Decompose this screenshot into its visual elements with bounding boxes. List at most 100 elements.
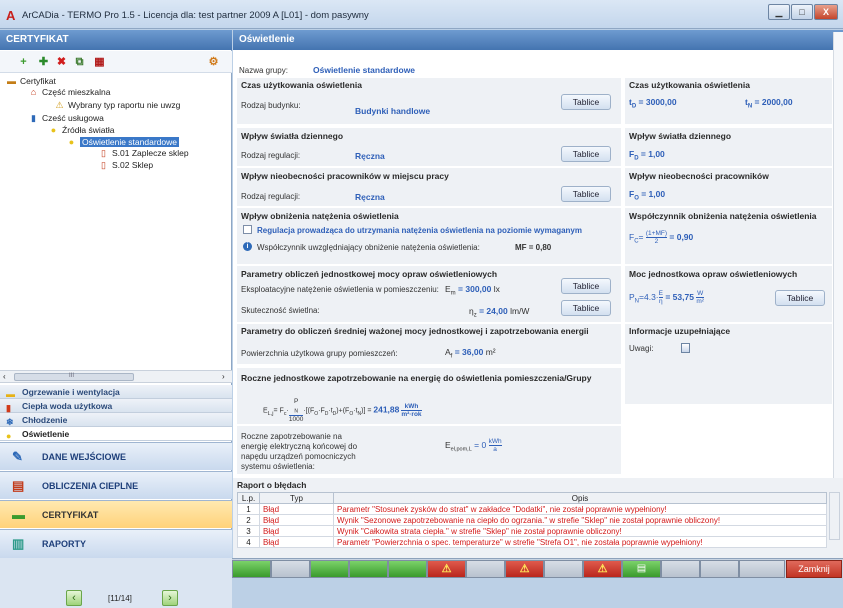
group-name-label: Nazwa grupy: — [239, 66, 288, 75]
main-panel: Oświetlenie Nazwa grupy: Oświetlenie sta… — [233, 30, 843, 578]
nav-dane-wejsciowe[interactable]: ✎ DANE WEJŚCIOWE — [0, 442, 232, 470]
next-page-button[interactable]: › — [162, 590, 178, 606]
calculation-icon: ▤ — [12, 478, 25, 493]
nav-raporty[interactable]: ▥ RAPORTY — [0, 529, 232, 558]
close-window-button[interactable]: X — [814, 4, 838, 20]
status-cell[interactable] — [232, 560, 271, 578]
report-icon: ▥ — [12, 536, 25, 551]
error-table-scrollbar[interactable] — [829, 492, 840, 540]
table-row[interactable]: 3 Błąd Wynik "Całkowita strata ciepła." w … — [237, 525, 827, 537]
table-row[interactable]: 1 Błąd Parametr "Stosunek zysków do strat"… — [237, 503, 827, 515]
notes-icon[interactable] — [681, 343, 690, 353]
subnav-oswietlenie[interactable]: ● Oświetlenie — [0, 427, 232, 441]
section-parametry-mocy: Parametry obliczeń jednostkowej mocy opr… — [237, 266, 621, 322]
tree-node-oswietlenie-standardowe[interactable]: ● Oświetlenie standardowe — [66, 137, 179, 147]
app-logo-icon: A — [6, 8, 16, 23]
status-cell[interactable] — [310, 560, 349, 578]
warning-icon: ⚠ — [55, 99, 64, 110]
status-cell[interactable] — [271, 560, 310, 578]
main-vertical-scrollbar[interactable] — [833, 32, 843, 478]
section-energia-pomocnicza: Roczne zapotrzebowanie na energię elektr… — [237, 426, 621, 474]
add-green-icon[interactable]: + — [16, 55, 31, 69]
tree-horizontal-scrollbar[interactable]: ‹ III › — [0, 370, 232, 383]
tree-node-s01[interactable]: ▯ S.01 Zaplecze sklep — [98, 148, 189, 158]
certificate-nav-icon: ▬ — [12, 507, 25, 522]
status-cell[interactable] — [661, 560, 700, 578]
result-swiatlo-dzienne: Wpływ światła dziennego FD = 1,00 — [625, 128, 832, 166]
zamknij-button[interactable]: Zamknij — [786, 560, 842, 578]
scroll-left-icon[interactable]: ‹ — [3, 372, 6, 381]
building-icon: ▮ — [31, 112, 36, 123]
left-panel-header: CERTYFIKAT — [0, 30, 232, 50]
status-cell[interactable] — [739, 560, 785, 578]
document-icon[interactable]: ▤ — [622, 560, 661, 578]
page-indicator: [11/14] — [108, 594, 132, 603]
prev-page-button[interactable]: ‹ — [66, 590, 82, 606]
tree-node-raport-warning[interactable]: ⚠ Wybrany typ raportu nie uwzg — [54, 100, 180, 110]
bulb-icon: ● — [6, 431, 12, 441]
minimize-button[interactable]: ▁ — [768, 4, 790, 20]
tool-icon[interactable]: ⚙ — [206, 55, 221, 69]
left-panel: CERTYFIKAT + ✚ ✖ ⧉ ▦ ⚙ ▬ Certyfikat ⌂ Częś… — [0, 30, 232, 608]
tree-node-czesc-uslugowa[interactable]: ▮ Cześć usługowa — [28, 113, 104, 123]
group-name-value: Oświetlenie standardowe — [313, 65, 416, 75]
nav-obliczenia-cieplne[interactable]: ▤ OBLICZENIA CIEPLNE — [0, 471, 232, 499]
tree-node-certyfikat[interactable]: ▬ Certyfikat — [6, 76, 56, 86]
result-moc-jednostkowa: Moc jednostkowa opraw oświetleniowych PN… — [625, 266, 832, 322]
nav-certyfikat[interactable]: ▬ CERTYFIKAT — [0, 500, 232, 528]
section-roczne-zapotrzebowanie: Roczne jednostkowe zapotrzebowanie na en… — [237, 368, 621, 424]
table-row[interactable]: 4 Błąd Parametr "Powierzchnia o spec. temp… — [237, 536, 827, 548]
warning-icon[interactable]: ⚠ — [505, 560, 544, 578]
tree-node-czesc-mieszkalna[interactable]: ⌂ Część mieszkalna — [28, 87, 111, 97]
certificate-icon: ▬ — [7, 75, 16, 86]
error-table: L.p. Typ Opis 1 Błąd Parametr "Stosunek zysk… — [237, 492, 827, 548]
daylight-regulation-value[interactable]: Ręczna — [355, 151, 385, 161]
status-cell[interactable] — [349, 560, 388, 578]
status-cell[interactable] — [700, 560, 739, 578]
tablice-button-2[interactable]: Tablice — [561, 146, 611, 162]
section-nieobecnosc: Wpływ nieobecności pracowników w miejscu… — [237, 168, 621, 206]
section-obnizenie: Wpływ obniżenia natężenia oświetlenia Re… — [237, 208, 621, 264]
tree-node-zrodla-swiatla[interactable]: ● Źródła światła — [48, 124, 115, 135]
page-navigation: ‹ [11/14] › — [0, 558, 232, 608]
info-icon: i — [243, 242, 252, 251]
room-icon: ▯ — [101, 159, 106, 170]
status-cell[interactable] — [388, 560, 427, 578]
subnav-ciepla-woda[interactable]: ▮ Ciepła woda użytkowa — [0, 399, 232, 413]
tablice-button-3[interactable]: Tablice — [561, 186, 611, 202]
status-cell[interactable] — [466, 560, 505, 578]
window-title: ArCADia - TERMO Pro 1.5 - Licencja dla: … — [22, 10, 369, 21]
add-icon[interactable]: ✚ — [36, 55, 51, 69]
section-czas-uzytkowania: Czas użytkowania oświetlenia Rodzaj budy… — [237, 78, 621, 124]
tablice-button-4[interactable]: Tablice — [561, 278, 611, 294]
house-icon: ⌂ — [30, 86, 37, 97]
pencil-icon: ✎ — [12, 449, 23, 464]
building-type-value[interactable]: Budynki handlowe — [355, 106, 430, 116]
scroll-thumb[interactable]: III — [14, 373, 134, 381]
maximize-button[interactable]: □ — [791, 4, 813, 20]
delete-icon[interactable]: ✖ — [54, 55, 69, 69]
warning-icon[interactable]: ⚠ — [583, 560, 622, 578]
section-swiatlo-dzienne: Wpływ światła dziennego Rodzaj regulacji… — [237, 128, 621, 166]
tablice-button-6[interactable]: Tablice — [775, 290, 825, 306]
bulb-icon: ● — [50, 124, 57, 135]
error-table-header: L.p. Typ Opis — [237, 492, 827, 504]
table-row[interactable]: 2 Błąd Wynik "Sezonowe zapotrzebowanie na … — [237, 514, 827, 526]
properties-icon[interactable]: ▦ — [92, 55, 107, 69]
scroll-right-icon[interactable]: › — [222, 372, 225, 381]
maintenance-checkbox[interactable] — [243, 225, 252, 234]
copy-icon[interactable]: ⧉ — [72, 55, 87, 69]
result-czas-uzytkowania: Czas użytkowania oświetlenia tD = 3000,0… — [625, 78, 832, 124]
tablice-button-1[interactable]: Tablice — [561, 94, 611, 110]
title-bar: A ArCADia - TERMO Pro 1.5 - Licencja dla… — [0, 0, 843, 29]
result-obnizenie: Współczynnik obniżenia natężenia oświetl… — [625, 208, 832, 264]
tablice-button-5[interactable]: Tablice — [561, 300, 611, 316]
subnav-ogrzewanie[interactable]: ▬ Ogrzewanie i wentylacja — [0, 385, 232, 399]
status-cell[interactable] — [544, 560, 583, 578]
warning-icon[interactable]: ⚠ — [427, 560, 466, 578]
tree-node-s02[interactable]: ▯ S.02 Sklep — [98, 160, 153, 170]
section-powierzchnia: Parametry do obliczeń średniej ważonej m… — [237, 324, 621, 364]
main-header: Oświetlenie — [233, 30, 843, 50]
subnav-chlodzenie[interactable]: ❄ Chłodzenie — [0, 413, 232, 427]
occupancy-regulation-value[interactable]: Ręczna — [355, 192, 385, 202]
